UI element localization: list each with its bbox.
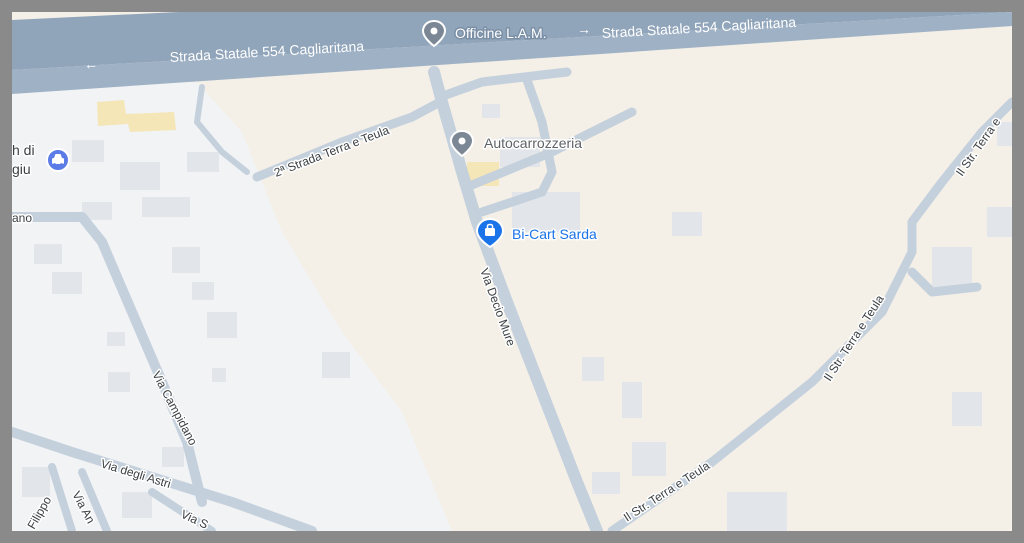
poi-label-bi-cart[interactable]: Bi-Cart Sarda bbox=[511, 225, 599, 244]
poi-label-left-line1: h di bbox=[12, 142, 35, 158]
building bbox=[592, 472, 620, 494]
poi-label-autocarrozzeria[interactable]: Autocarrozzeria bbox=[483, 134, 584, 153]
building bbox=[107, 332, 125, 346]
building bbox=[632, 442, 666, 476]
building bbox=[72, 140, 104, 162]
building bbox=[212, 368, 226, 382]
map-canvas[interactable]: ← → Strada Statale 554 Cagliaritana Stra… bbox=[12, 12, 1012, 531]
building bbox=[482, 104, 500, 118]
building bbox=[22, 467, 50, 497]
building bbox=[952, 392, 982, 426]
poi-car-service[interactable] bbox=[46, 148, 70, 172]
pin-dot bbox=[430, 27, 438, 35]
building bbox=[987, 207, 1012, 237]
building bbox=[172, 247, 200, 273]
poi-label-left-line2: giu bbox=[12, 161, 31, 177]
pin-dot bbox=[458, 137, 466, 145]
building bbox=[192, 282, 214, 300]
building bbox=[108, 372, 130, 392]
poi-label-officine[interactable]: Officine L.A.M. bbox=[454, 24, 549, 43]
street-label-ano: ano bbox=[12, 211, 32, 225]
building bbox=[672, 212, 702, 236]
building bbox=[622, 382, 642, 418]
building bbox=[582, 357, 604, 381]
highway-arrow-right: → bbox=[577, 21, 591, 37]
map-view[interactable]: ← → Strada Statale 554 Cagliaritana Stra… bbox=[12, 12, 1012, 531]
building bbox=[322, 352, 350, 378]
building bbox=[207, 312, 237, 338]
building bbox=[34, 244, 62, 264]
building bbox=[727, 492, 787, 531]
building bbox=[932, 247, 972, 287]
building bbox=[122, 492, 152, 518]
building bbox=[120, 162, 160, 190]
building bbox=[52, 272, 82, 294]
building bbox=[142, 197, 190, 217]
highway-arrow-left: ← bbox=[84, 56, 98, 72]
building bbox=[162, 447, 184, 467]
building bbox=[187, 152, 219, 172]
